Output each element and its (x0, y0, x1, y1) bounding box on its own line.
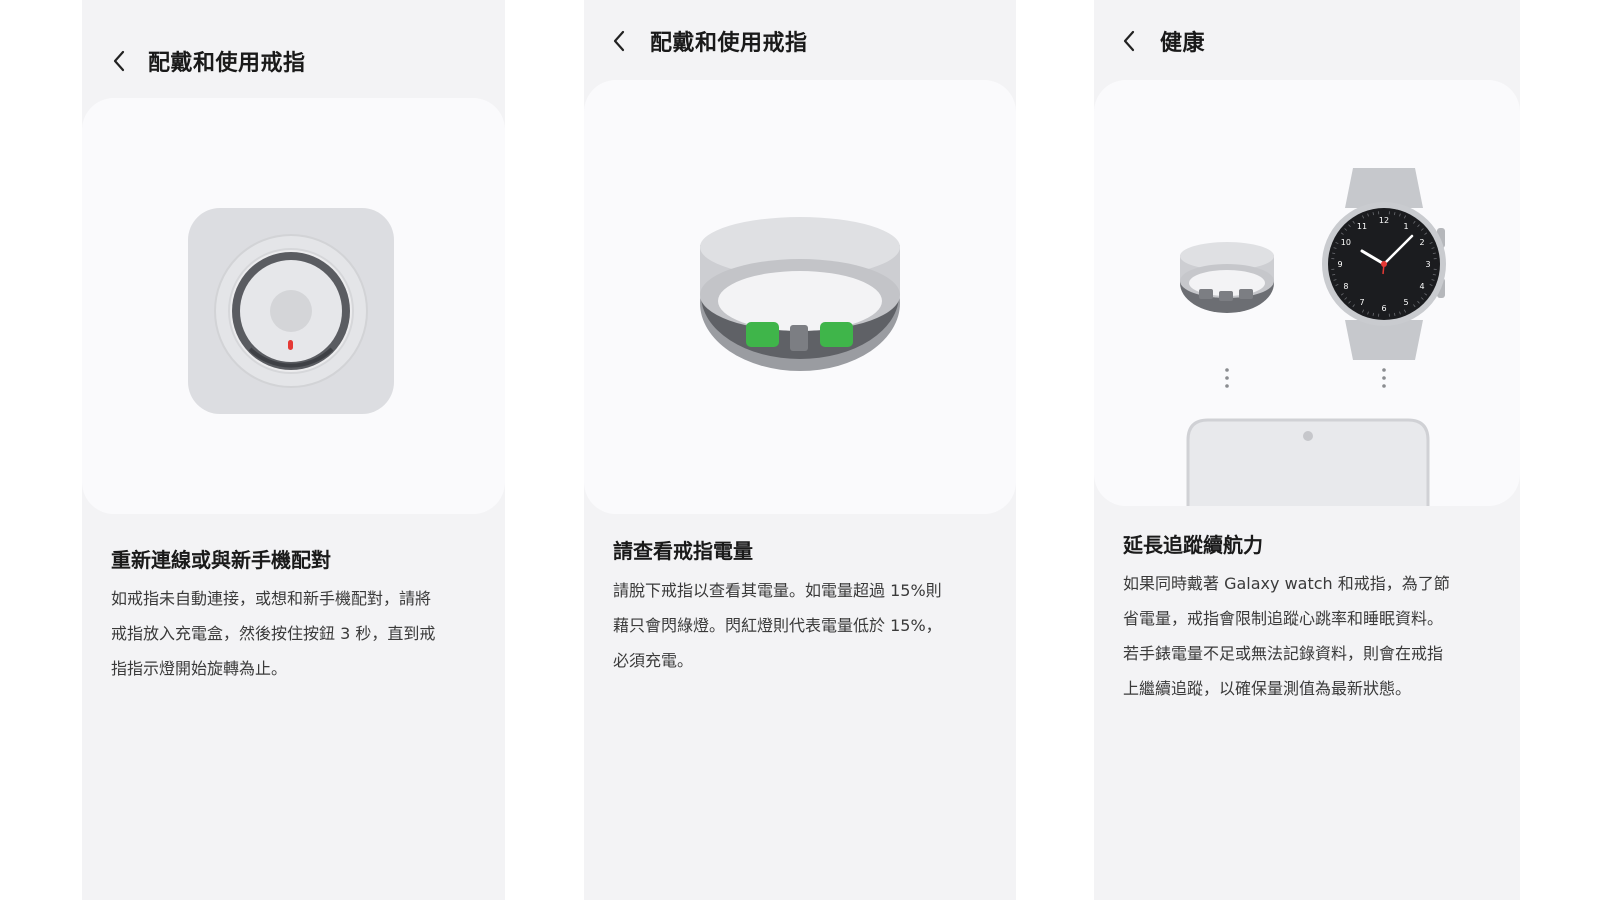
back-button[interactable] (602, 24, 636, 58)
watch-numeral: 8 (1343, 282, 1348, 291)
watch-numeral: 6 (1381, 304, 1386, 313)
chevron-left-icon (1123, 30, 1135, 52)
description-line: 上繼續追蹤，以確保量測值為最新狀態。 (1123, 679, 1412, 698)
charging-case-icon (188, 208, 394, 414)
illustration-card: 12 1 2 3 4 5 6 7 8 9 10 11 (1094, 80, 1520, 506)
chevron-left-icon (113, 50, 125, 72)
connector-dots (1382, 368, 1386, 388)
description-line: 戒指放入充電盒，然後按住按鈕 3 秒，直到戒 (111, 624, 436, 643)
description-line: 藉只會閃綠燈。閃紅燈則代表電量低於 15%， (613, 616, 942, 635)
description-line: 必須充電。 (613, 651, 694, 670)
screen-battery-check: 配戴和使用戒指 請查看戒指電量 請脫下戒指以查看其電量。如電量超過 15%則 藉… (584, 0, 1016, 900)
section-heading: 延長追蹤續航力 (1123, 533, 1263, 557)
watch-numeral: 2 (1420, 238, 1425, 247)
description-text: 請脫下戒指以查看其電量。如電量超過 15%則 藉只會閃綠燈。閃紅燈則代表電量低於… (613, 573, 942, 678)
illustration-card (82, 98, 505, 514)
section-heading: 請查看戒指電量 (613, 539, 753, 563)
watch-numeral: 4 (1420, 282, 1425, 291)
description-text: 如果同時戴著 Galaxy watch 和戒指，為了節 省電量，戒指會限制追蹤心… (1123, 566, 1450, 706)
connector-dots (1225, 368, 1229, 388)
description-text: 如戒指未自動連接，或想和新手機配對，請將 戒指放入充電盒，然後按住按鈕 3 秒，… (111, 581, 435, 686)
galaxy-watch-icon: 121234567891011 (1322, 168, 1446, 360)
screen-health-tracking: 健康 12 1 2 3 4 5 6 7 8 9 10 11 延長追蹤續航力 如果… (1094, 0, 1520, 900)
phone-icon (1186, 418, 1430, 506)
galaxy-ring-icon (1180, 242, 1274, 313)
illustration-card (584, 80, 1016, 514)
back-button[interactable] (102, 44, 136, 78)
watch-numeral: 7 (1359, 298, 1364, 307)
chevron-left-icon (613, 30, 625, 52)
section-heading: 重新連線或與新手機配對 (111, 548, 331, 572)
page-title: 配戴和使用戒指 (650, 31, 808, 56)
galaxy-ring-icon (700, 217, 900, 371)
page-title: 配戴和使用戒指 (148, 51, 306, 76)
page-title: 健康 (1160, 31, 1206, 56)
watch-numeral: 5 (1403, 298, 1408, 307)
top-bar: 配戴和使用戒指 (584, 24, 1016, 58)
watch-numeral: 1 (1403, 222, 1408, 231)
watch-numeral: 11 (1357, 222, 1367, 231)
watch-numeral: 9 (1337, 260, 1342, 269)
top-bar: 健康 (1094, 24, 1520, 58)
description-line: 請脫下戒指以查看其電量。如電量超過 15%則 (613, 581, 942, 600)
watch-numeral: 3 (1425, 260, 1430, 269)
description-line: 若手錶電量不足或無法記錄資料，則會在戒指 (1123, 644, 1444, 663)
watch-numeral: 12 (1379, 216, 1389, 225)
description-line: 省電量，戒指會限制追蹤心跳率和睡眠資料。 (1123, 609, 1444, 628)
top-bar: 配戴和使用戒指 (82, 44, 505, 78)
description-line: 指指示燈開始旋轉為止。 (111, 659, 288, 678)
description-line: 如戒指未自動連接，或想和新手機配對，請將 (111, 589, 432, 608)
description-line: 如果同時戴著 Galaxy watch 和戒指，為了節 (1123, 574, 1450, 593)
screen-pair-ring: 配戴和使用戒指 重新連線或與新手機配對 如戒指未自動連接，或想和新手機配對，請將… (82, 0, 505, 900)
back-button[interactable] (1112, 24, 1146, 58)
watch-numeral: 10 (1341, 238, 1351, 247)
